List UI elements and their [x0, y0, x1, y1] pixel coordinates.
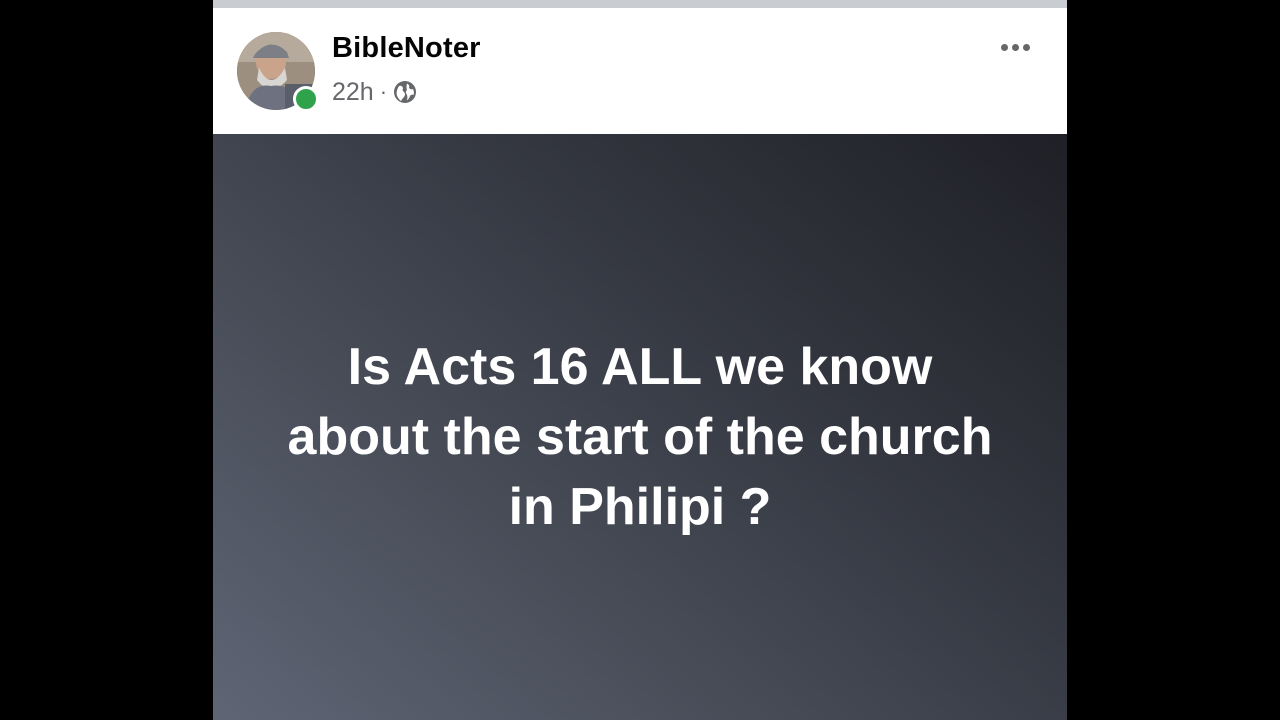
avatar-container[interactable]	[237, 32, 319, 112]
more-horizontal-icon	[1022, 43, 1030, 51]
post-meta: 22h ·	[332, 76, 417, 108]
more-options-button[interactable]	[993, 36, 1037, 58]
online-status-indicator	[293, 86, 319, 112]
post-text-line: Is Acts 16 ALL we know	[347, 338, 933, 396]
globe-icon	[393, 80, 417, 104]
post-body: Is Acts 16 ALL we know about the start o…	[213, 134, 1067, 720]
more-horizontal-icon	[1000, 43, 1008, 51]
author-name[interactable]: BibleNoter	[332, 32, 481, 65]
post-text: Is Acts 16 ALL we know about the start o…	[233, 332, 1047, 542]
post-header: BibleNoter 22h ·	[213, 8, 1067, 134]
top-divider	[213, 0, 1067, 8]
post-time[interactable]: 22h	[332, 78, 374, 107]
post-text-line: in Philipi ?	[508, 478, 772, 536]
post-card: BibleNoter 22h · Is Acts 16 ALL we know …	[213, 0, 1067, 720]
meta-separator: ·	[379, 79, 388, 104]
screen: BibleNoter 22h · Is Acts 16 ALL we know …	[0, 0, 1280, 720]
post-text-line: about the start of the church	[287, 408, 993, 466]
more-horizontal-icon	[1011, 43, 1019, 51]
